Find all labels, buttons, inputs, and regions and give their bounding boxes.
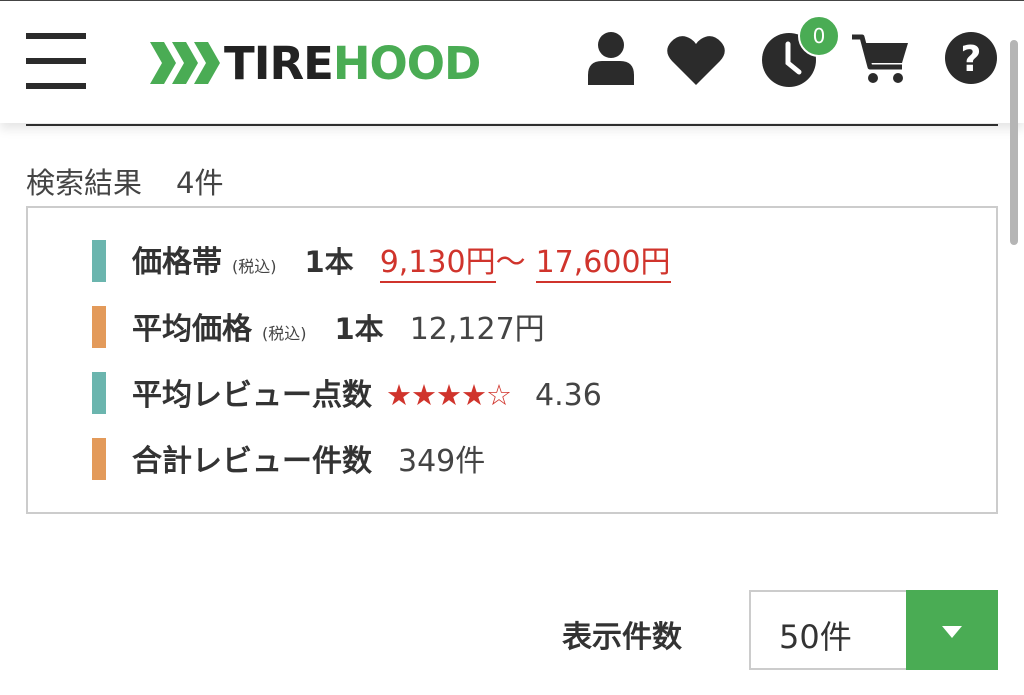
site-header: TIREHOOD 0 ? bbox=[0, 0, 1024, 123]
average-review-value: 4.36 bbox=[535, 378, 602, 413]
header-divider bbox=[26, 124, 998, 126]
total-reviews-value: 349件 bbox=[398, 444, 486, 479]
history-count-badge: 0 bbox=[798, 15, 840, 57]
summary-box: 価格帯 (税込) 1本 9,130円 〜 17,600円 平均価格 (税込) 1… bbox=[26, 206, 998, 514]
average-price-value: 12,127円 bbox=[409, 312, 545, 347]
heart-icon[interactable] bbox=[667, 35, 725, 85]
row-marker bbox=[92, 240, 106, 282]
tax-note: (税込) bbox=[262, 324, 307, 343]
price-range-row: 価格帯 (税込) 1本 9,130円 〜 17,600円 bbox=[92, 237, 671, 283]
average-review-label: 平均レビュー点数 bbox=[132, 378, 372, 413]
tax-note: (税込) bbox=[232, 257, 277, 276]
price-range-label: 価格帯 bbox=[132, 245, 222, 280]
price-max-link[interactable]: 17,600円 bbox=[535, 237, 671, 283]
search-results-heading: 検索結果 4件 bbox=[26, 160, 223, 202]
star-rating-icon: ★★★★☆ bbox=[386, 378, 512, 412]
total-reviews-row: 合計レビュー件数 349件 bbox=[92, 438, 486, 480]
per-page-selected-value: 50件 bbox=[779, 618, 852, 656]
row-marker bbox=[92, 438, 106, 480]
logo-text-hood: HOOD bbox=[332, 36, 482, 90]
logo-text-tire: TIRE bbox=[224, 36, 334, 90]
cart-icon[interactable] bbox=[850, 33, 910, 85]
average-price-row: 平均価格 (税込) 1本 12,127円 bbox=[92, 306, 545, 348]
per-page-label: 表示件数 bbox=[562, 620, 682, 655]
search-results-label: 検索結果 bbox=[26, 166, 143, 200]
user-icon[interactable] bbox=[586, 31, 636, 85]
svg-text:?: ? bbox=[961, 39, 982, 80]
price-min-link[interactable]: 9,130円 bbox=[379, 237, 496, 283]
help-icon[interactable]: ? bbox=[944, 31, 998, 85]
menu-icon[interactable] bbox=[26, 33, 86, 91]
logo-wordmark: TIREHOOD bbox=[224, 41, 481, 86]
dropdown-button[interactable] bbox=[906, 590, 998, 670]
price-range-separator: 〜 bbox=[495, 245, 526, 280]
logo-chevrons-icon bbox=[150, 42, 220, 84]
per-unit-label: 1本 bbox=[334, 312, 384, 346]
page: TIREHOOD 0 ? 検索結果 4件 価格帯 (税込) 1本 9,130円 … bbox=[0, 0, 1024, 695]
scrollbar[interactable] bbox=[1010, 40, 1018, 245]
row-marker bbox=[92, 306, 106, 348]
per-unit-label: 1本 bbox=[304, 245, 354, 279]
average-price-label: 平均価格 bbox=[132, 312, 252, 347]
per-page-select[interactable]: 50件 bbox=[749, 590, 998, 670]
total-reviews-label: 合計レビュー件数 bbox=[132, 444, 372, 479]
average-review-row: 平均レビュー点数 ★★★★☆ 4.36 bbox=[92, 372, 602, 414]
search-results-count: 4件 bbox=[176, 166, 224, 200]
row-marker bbox=[92, 372, 106, 414]
site-logo[interactable]: TIREHOOD bbox=[150, 35, 481, 91]
caret-down-icon bbox=[942, 626, 962, 638]
